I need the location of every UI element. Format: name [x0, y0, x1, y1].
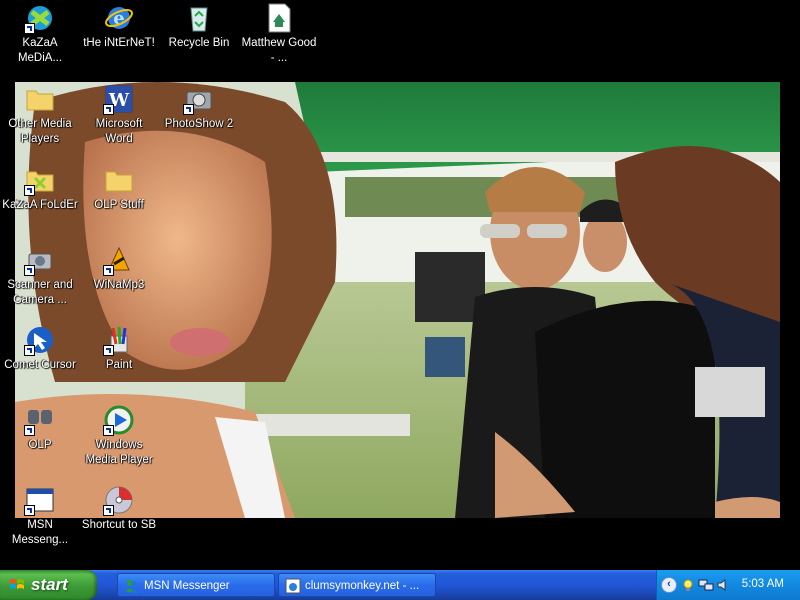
show-hidden-icons-chevron-icon[interactable]: ‹	[661, 577, 677, 593]
windows-media-player-icon	[103, 404, 135, 436]
desktop-icon-label: Microsoft Word	[95, 118, 143, 145]
desktop-icon-label: Matthew Good - ...	[241, 37, 317, 64]
task-clumsymonkey[interactable]: clumsymonkey.net - ...	[278, 573, 436, 597]
desktop-icon-microsoft-word[interactable]: W Microsoft Word	[79, 83, 159, 147]
volume-icon[interactable]	[716, 577, 732, 593]
desktop-icon-label: MSN Messeng...	[11, 519, 69, 546]
shortcut-arrow-icon	[183, 104, 194, 115]
start-label: start	[31, 575, 68, 594]
task-label: MSN Messenger	[144, 580, 230, 592]
internet-explorer-icon	[285, 578, 301, 594]
kazaa-icon	[24, 2, 56, 34]
desktop-icon-olp-stuff[interactable]: OLP Stuff	[79, 164, 159, 213]
shortcut-arrow-icon	[103, 104, 114, 115]
desktop-icon-shortcut-sb[interactable]: Shortcut to SB	[79, 484, 159, 533]
scanner-camera-icon	[24, 244, 56, 276]
desktop-icon-label: tHe iNtErNeT!	[83, 37, 155, 49]
desktop-icon-label: Paint	[105, 359, 133, 371]
shortcut-arrow-icon	[24, 23, 35, 34]
shortcut-arrow-icon	[103, 505, 114, 516]
desktop-icon-photoshow[interactable]: PhotoShow 2	[159, 83, 239, 132]
desktop-icon-label: OLP Stuff	[94, 199, 144, 211]
desktop-icon-windows-media-player[interactable]: Windows Media Player	[79, 404, 159, 468]
desktop-icon-label: Recycle Bin	[168, 37, 230, 49]
desktop-icon-label: OLP	[28, 439, 52, 451]
olp-program-icon	[24, 404, 56, 436]
folder-icon	[103, 164, 135, 196]
folder-icon	[24, 164, 56, 196]
desktop-icon-label: Windows Media Player	[85, 439, 153, 466]
desktop-icon-winamp[interactable]: WiNaMp3	[79, 244, 159, 293]
desktop-icon-scanner-camera[interactable]: Scanner and Camera ...	[0, 244, 80, 308]
desktop-icon-comet-cursor[interactable]: Comet Cursor	[0, 324, 80, 373]
task-msn-messenger[interactable]: MSN Messenger	[117, 573, 275, 597]
desktop-icon-label: KaZaA FoLdEr	[2, 199, 78, 211]
paint-icon	[103, 324, 135, 356]
desktop-icon-olp[interactable]: OLP	[0, 404, 80, 453]
windows-logo-icon	[10, 579, 24, 589]
html-document-icon	[263, 2, 295, 34]
task-label: clumsymonkey.net - ...	[305, 580, 420, 592]
shortcut-arrow-icon	[103, 345, 114, 356]
desktop-icon-label: WiNaMp3	[93, 279, 145, 291]
system-tray: ‹ 5:03 AM	[656, 570, 800, 600]
desktop-icon-paint[interactable]: Paint	[79, 324, 159, 373]
system-clock[interactable]: 5:03 AM	[742, 578, 784, 590]
desktop-icon-label: PhotoShow 2	[164, 118, 234, 130]
shortcut-arrow-icon	[24, 345, 35, 356]
word-icon: W	[103, 83, 135, 115]
desktop-icon-label: Shortcut to SB	[81, 519, 157, 531]
desktop-icon-matthew-good[interactable]: Matthew Good - ...	[239, 2, 319, 66]
desktop-icon-recycle-bin[interactable]: Recycle Bin	[159, 2, 239, 51]
desktop-icon-label: Scanner and Camera ...	[7, 279, 73, 306]
folder-icon	[24, 83, 56, 115]
shortcut-arrow-icon	[24, 505, 35, 516]
shortcut-arrow-icon	[103, 425, 114, 436]
desktop-icon-msn-messenger[interactable]: MSN Messeng...	[0, 484, 80, 548]
desktop-icon-kazaa-folder[interactable]: KaZaA FoLdEr	[0, 164, 80, 213]
desktop-icon-other-media-players[interactable]: Other Media Players	[0, 83, 80, 147]
recycle-bin-icon	[183, 2, 215, 34]
shortcut-arrow-icon	[24, 265, 35, 276]
internet-explorer-icon: e	[103, 2, 135, 34]
network-icon[interactable]	[698, 577, 714, 593]
shortcut-arrow-icon	[24, 425, 35, 436]
camera-icon	[183, 83, 215, 115]
shortcut-arrow-icon	[24, 185, 35, 196]
comet-cursor-icon	[24, 324, 56, 356]
desktop-icon-internet[interactable]: e tHe iNtErNeT!	[79, 2, 159, 51]
cd-icon	[103, 484, 135, 516]
start-button[interactable]: start	[0, 570, 97, 600]
desktop-icon-label: Other Media Players	[8, 118, 72, 145]
desktop-icon-label: KaZaA MeDiA...	[17, 37, 63, 64]
winamp-icon	[103, 244, 135, 276]
desktop-icon-label: Comet Cursor	[4, 359, 76, 371]
window-app-icon	[24, 484, 56, 516]
desktop-icon-kazaa-media[interactable]: KaZaA MeDiA...	[0, 2, 80, 66]
lightbulb-icon[interactable]	[680, 577, 696, 593]
taskbar: start MSN Messenger clumsymonkey.net - .…	[0, 570, 800, 600]
msn-buddy-icon	[126, 580, 138, 593]
shortcut-arrow-icon	[103, 265, 114, 276]
